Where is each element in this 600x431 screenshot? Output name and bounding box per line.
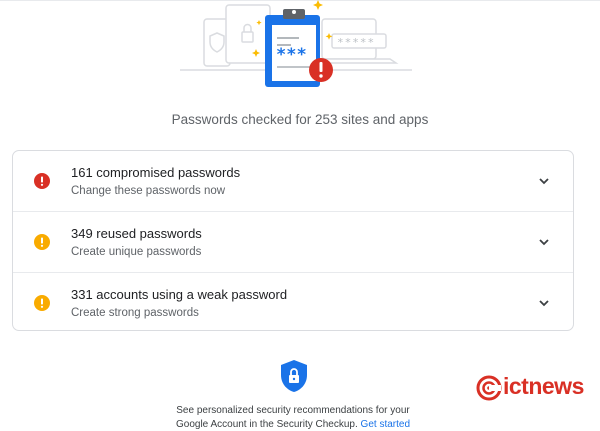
issue-title: 331 accounts using a weak password — [71, 287, 288, 302]
security-checkup-footer: See personalized security recommendation… — [140, 404, 446, 431]
issue-row-weak[interactable]: 331 accounts using a weak password Creat… — [13, 273, 573, 332]
masked-field-text: ***** — [337, 36, 375, 49]
checked-summary: Passwords checked for 253 sites and apps — [171, 112, 429, 127]
footer-line-2: Google Account in the Security Checkup. — [175, 418, 358, 430]
masked-password-text: *** — [276, 45, 307, 65]
warning-icon — [34, 295, 50, 311]
issue-title: 349 reused passwords — [71, 226, 202, 241]
chevron-down-icon[interactable] — [537, 235, 551, 249]
get-started-link[interactable]: Get started — [361, 419, 410, 430]
issue-title: 161 compromised passwords — [71, 165, 241, 180]
warning-icon — [34, 234, 50, 250]
issue-subtitle: Create unique passwords — [71, 246, 202, 258]
issue-row-reused[interactable]: 349 reused passwords Create unique passw… — [13, 212, 573, 273]
security-shield-icon — [281, 360, 307, 392]
chevron-down-icon[interactable] — [537, 296, 551, 310]
issues-card: 161 compromised passwords Change these p… — [12, 150, 574, 331]
issue-subtitle: Change these passwords now — [71, 185, 226, 197]
ictnews-watermark: ictnews — [503, 373, 584, 399]
footer-line-1: See personalized security recommendation… — [176, 405, 410, 416]
password-checkup-illustration: ***** *** — [180, 0, 412, 87]
error-icon — [34, 173, 50, 189]
issue-subtitle: Create strong passwords — [71, 307, 199, 319]
chevron-down-icon[interactable] — [537, 174, 551, 188]
issue-row-compromised[interactable]: 161 compromised passwords Change these p… — [13, 151, 573, 212]
